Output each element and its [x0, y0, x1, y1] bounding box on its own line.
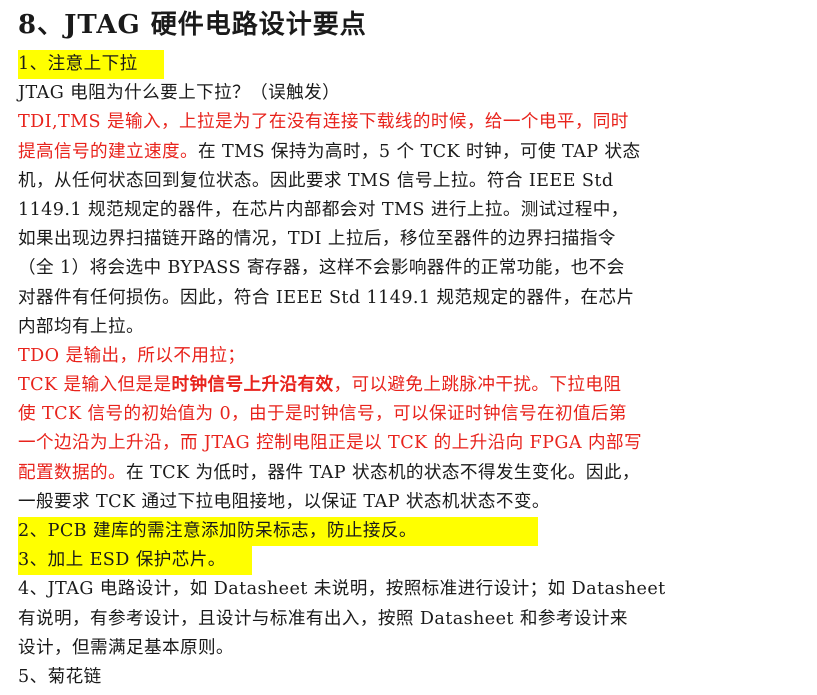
para1-line2: 提高信号的建立速度。在 TMS 保持为高时，5 个 TCK 时钟，可使 TAP …: [18, 138, 817, 167]
document-page: 8、JTAG 硬件电路设计要点 1、注意上下拉 JTAG 电阻为什么要上下拉？（…: [0, 0, 817, 695]
section-3-heading: 3、加上 ESD 保护芯片。: [18, 546, 817, 576]
bold-red-text: 时钟信号上升沿有效: [171, 375, 334, 396]
red-text: 提高信号的建立速度。: [18, 141, 198, 162]
para1-line8: 内部均有上拉。: [18, 316, 144, 337]
body-text: 在 TMS 保持为高时，5 个 TCK 时钟，可使 TAP 状态: [197, 141, 641, 162]
section-5-heading: 5、菊花链: [18, 666, 102, 687]
para1-line5: 如果出现边界扫描链开路的情况，TDI 上拉后，移位至器件的边界扫描指令: [18, 229, 616, 250]
red-text: TCK 是输入但是是: [18, 375, 172, 396]
highlight: 1、注意上下拉: [18, 50, 164, 80]
page-title: 8、JTAG 硬件电路设计要点: [18, 10, 367, 40]
question-line: JTAG 电阻为什么要上下拉？（误触发）: [18, 83, 341, 104]
red-text: ，可以避免上跳脉冲干扰。下拉电阻: [333, 375, 622, 396]
para1-line1: TDI,TMS 是输入，上拉是为了在没有连接下载线的时候，给一个电平，同时: [18, 112, 629, 133]
para4-line2: 有说明，有参考设计，且设计与标准有出入，按照 Datasheet 和参考设计来: [18, 608, 628, 629]
para2-line3: 一个边沿为上升沿，而 JTAG 控制电阻正是以 TCK 的上升沿向 FPGA 内…: [18, 433, 642, 454]
para1-line4: 1149.1 规范规定的器件，在芯片内部都会对 TMS 进行上拉。测试过程中，: [18, 199, 629, 220]
section-1-heading: 1、注意上下拉: [18, 50, 817, 80]
para2-line4: 配置数据的。在 TCK 为低时，器件 TAP 状态机的状态不得发生变化。因此，: [18, 459, 817, 488]
highlight: 3、加上 ESD 保护芯片。: [18, 546, 252, 576]
para1-line6: （全 1）将会选中 BYPASS 寄存器，这样不会影响器件的正常功能，也不会: [18, 258, 625, 279]
para1-line7: 对器件有任何损伤。因此，符合 IEEE Std 1149.1 规范规定的器件，在…: [18, 287, 635, 308]
section-2-heading: 2、PCB 建库的需注意添加防呆标志，防止接反。: [18, 517, 817, 547]
para1-line3: 机，从任何状态回到复位状态。因此要求 TMS 信号上拉。符合 IEEE Std: [18, 170, 614, 191]
para2-line2: 使 TCK 信号的初始值为 0，由于是时钟信号，可以保证时钟信号在初值后第: [18, 404, 627, 425]
para4-line1: 4、JTAG 电路设计，如 Datasheet 未说明，按照标准进行设计；如 D…: [18, 579, 666, 600]
highlight: 2、PCB 建库的需注意添加防呆标志，防止接反。: [18, 517, 538, 547]
tdo-line: TDO 是输出，所以不用拉；: [18, 345, 246, 366]
para4-line3: 设计，但需满足基本原则。: [18, 637, 234, 658]
body-text: 在 TCK 为低时，器件 TAP 状态机的状态不得发生变化。因此，: [125, 462, 640, 483]
para2-line5: 一般要求 TCK 通过下拉电阻接地，以保证 TAP 状态机状态不变。: [18, 491, 550, 512]
red-text: 配置数据的。: [18, 462, 126, 483]
para2-line1: TCK 是输入但是是时钟信号上升沿有效，可以避免上跳脉冲干扰。下拉电阻: [18, 371, 817, 400]
